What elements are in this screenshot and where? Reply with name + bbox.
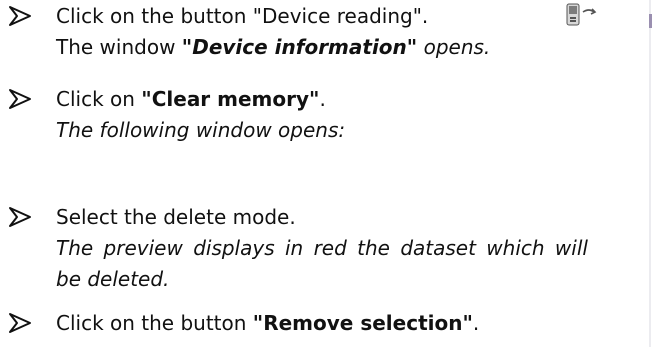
arrowhead-bullet-icon	[8, 203, 34, 231]
result-suffix: opens.	[417, 35, 491, 59]
step-instruction: Click on the button "Remove selection".	[56, 309, 479, 337]
window-name: "Device information"	[181, 35, 418, 59]
arrowhead-bullet-icon	[8, 85, 34, 113]
step-result: The preview displays in red the dataset …	[56, 236, 588, 260]
instruction-suffix: .	[472, 311, 480, 335]
instruction-prefix: Click on	[56, 87, 142, 111]
step-instruction: Click on "Clear memory".	[56, 85, 326, 113]
step-result: The window "Device information" opens.	[56, 33, 490, 61]
page-edge-marker	[649, 14, 652, 28]
button-name: "Clear memory"	[141, 87, 320, 111]
page-edge-divider	[649, 0, 651, 347]
device-reading-icon[interactable]	[563, 2, 603, 28]
step-result-continued: be deleted.	[56, 267, 170, 291]
step-instruction: Click on the button "Device reading".	[56, 4, 429, 28]
arrowhead-bullet-icon	[8, 2, 34, 30]
instruction-suffix: .	[319, 87, 326, 111]
step-result: The following window opens:	[56, 118, 346, 142]
arrowhead-bullet-icon	[8, 309, 34, 337]
result-prefix: The window	[56, 35, 182, 59]
step-instruction: Select the delete mode.	[56, 205, 296, 229]
instruction-prefix: Click on the button	[56, 311, 253, 335]
instruction-page: Click on the button "Device reading". Th…	[0, 0, 659, 347]
button-name: "Remove selection"	[252, 311, 473, 335]
